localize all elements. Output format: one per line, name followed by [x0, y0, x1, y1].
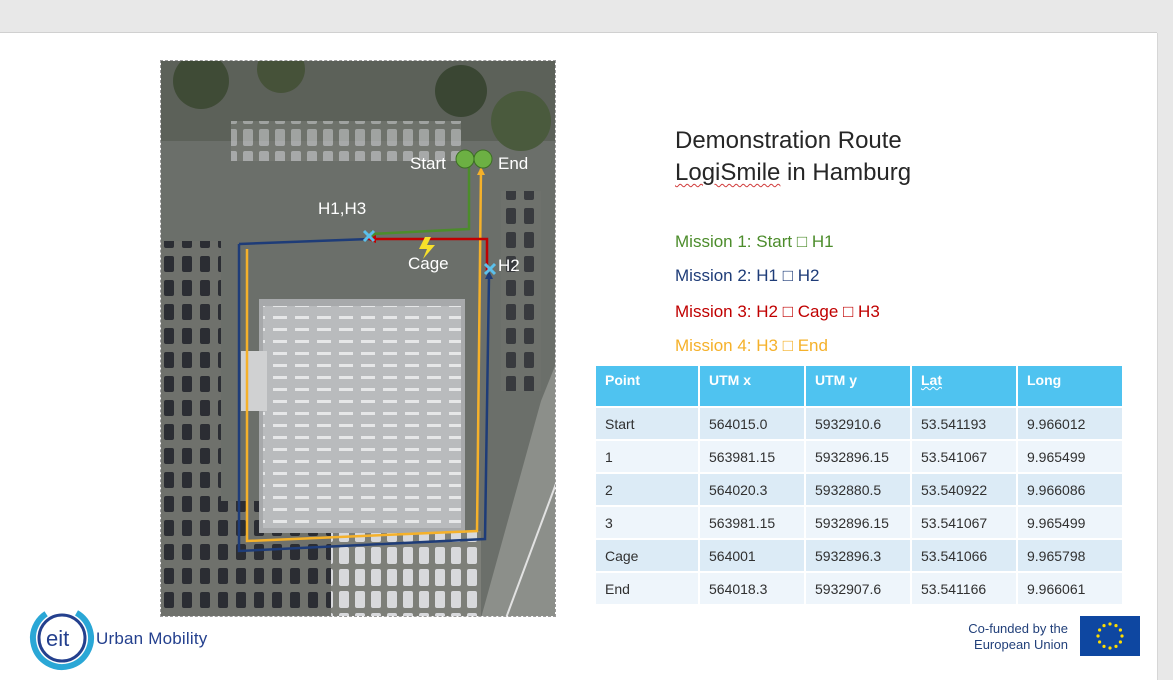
title-logismile: LogiSmile	[675, 159, 781, 186]
start-marker	[455, 149, 475, 169]
logo-mark: eit	[46, 626, 69, 651]
mission-4: Mission 4: H3 □ End	[675, 336, 828, 355]
cell: 5932880.5	[806, 474, 910, 505]
table-row: 2 564020.3 5932880.5 53.540922 9.966086	[596, 474, 1122, 505]
cell: 9.965499	[1018, 441, 1122, 472]
cell: 53.540922	[912, 474, 1016, 505]
cell: 5932896.15	[806, 441, 910, 472]
cell: 53.541067	[912, 441, 1016, 472]
table-row: Cage 564001 5932896.3 53.541066 9.965798	[596, 540, 1122, 571]
cell: 53.541066	[912, 540, 1016, 571]
title-line-1: Demonstration Route	[675, 127, 902, 154]
waypoint-table: Point UTM x UTM y Lat Long Start 564015.…	[594, 364, 1124, 606]
cell: 563981.15	[700, 441, 804, 472]
cell: 53.541193	[912, 408, 1016, 439]
label-end: End	[498, 154, 528, 173]
label-cage: Cage	[408, 254, 449, 273]
cell: 2	[596, 474, 698, 505]
cell: 3	[596, 507, 698, 538]
header-utm-y: UTM y	[806, 366, 910, 406]
cell: Cage	[596, 540, 698, 571]
cell: 564001	[700, 540, 804, 571]
cell: 9.966086	[1018, 474, 1122, 505]
title-location: in Hamburg	[780, 159, 912, 186]
route-map-graphic: Start End H1,H3 Cage H2	[161, 61, 555, 616]
cell: 5932896.3	[806, 540, 910, 571]
aerial-map: Start End H1,H3 Cage H2	[160, 60, 556, 617]
cell: 9.966061	[1018, 573, 1122, 604]
eu-line-1: Co-funded by the	[968, 621, 1068, 636]
cell: 1	[596, 441, 698, 472]
slide-title: Demonstration Route LogiSmile in Hamburg	[675, 125, 911, 189]
label-start: Start	[410, 154, 446, 173]
cell: 564015.0	[700, 408, 804, 439]
header-point: Point	[596, 366, 698, 406]
cell: 53.541067	[912, 507, 1016, 538]
cell: 5932896.15	[806, 507, 910, 538]
label-h1h3: H1,H3	[318, 199, 366, 218]
cell: 9.965499	[1018, 507, 1122, 538]
header-long: Long	[1018, 366, 1122, 406]
table-row: 1 563981.15 5932896.15 53.541067 9.96549…	[596, 441, 1122, 472]
logo-text: Urban Mobility	[96, 629, 208, 648]
mission-1: Mission 1: Start □ H1	[675, 232, 834, 251]
cell: 53.541166	[912, 573, 1016, 604]
cell: 563981.15	[700, 507, 804, 538]
cell: 9.966012	[1018, 408, 1122, 439]
slide: Start End H1,H3 Cage H2 Demonstration Ro…	[0, 33, 1157, 680]
header-utm-x: UTM x	[700, 366, 804, 406]
cell: End	[596, 573, 698, 604]
title-line-2: LogiSmile in Hamburg	[675, 157, 911, 189]
eu-line-2: European Union	[974, 637, 1068, 652]
label-h2: H2	[498, 256, 520, 275]
mission-2: Mission 2: H1 □ H2	[675, 266, 820, 285]
eu-cofunded: Co-funded by the European Union	[944, 621, 1068, 653]
header-lat: Lat	[912, 366, 1016, 406]
end-marker	[473, 149, 493, 169]
cell: 564020.3	[700, 474, 804, 505]
table-row: Start 564015.0 5932910.6 53.541193 9.966…	[596, 408, 1122, 439]
mission-3: Mission 3: H2 □ Cage □ H3	[675, 302, 880, 321]
table-row: 3 563981.15 5932896.15 53.541067 9.96549…	[596, 507, 1122, 538]
cell: 9.965798	[1018, 540, 1122, 571]
cell: 564018.3	[700, 573, 804, 604]
cell: 5932910.6	[806, 408, 910, 439]
eu-flag-icon	[1080, 616, 1140, 656]
cell: Start	[596, 408, 698, 439]
table-row: End 564018.3 5932907.6 53.541166 9.96606…	[596, 573, 1122, 604]
table-header-row: Point UTM x UTM y Lat Long	[596, 366, 1122, 406]
cell: 5932907.6	[806, 573, 910, 604]
